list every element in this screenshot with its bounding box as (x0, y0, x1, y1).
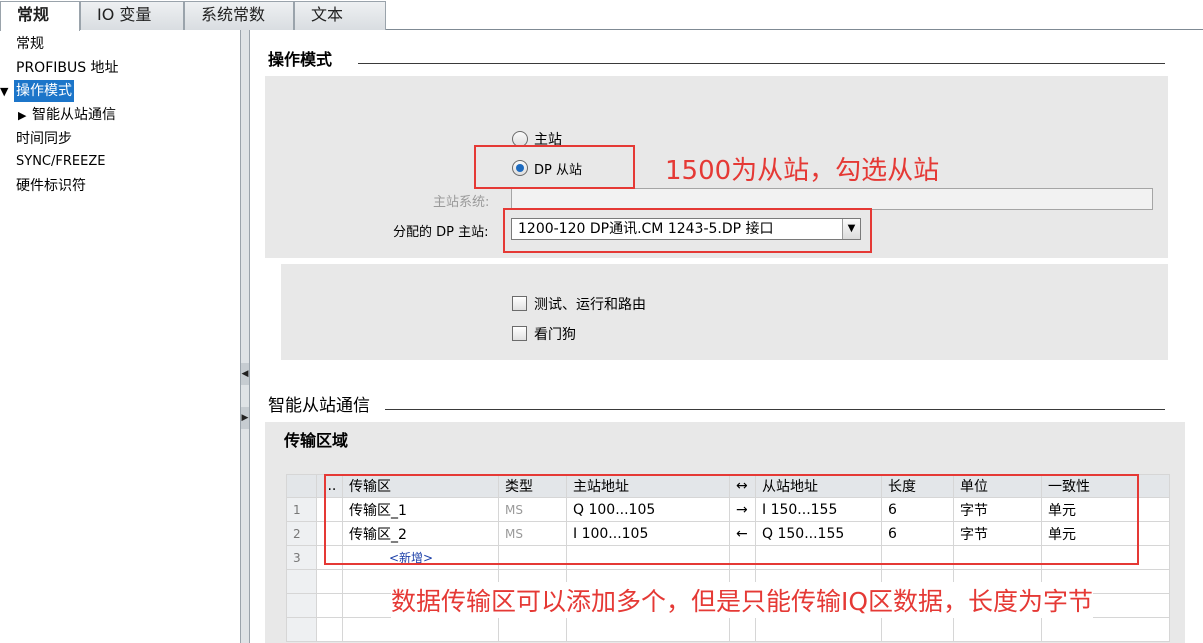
highlight-dp-slave (474, 145, 635, 189)
chevron-right-icon[interactable]: ▶ (241, 407, 249, 429)
row-number: 1 (286, 497, 317, 522)
chevron-left-icon[interactable]: ◀ (241, 363, 249, 385)
properties-content: 操作模式 主站 DP 从站 主站系统: 分配的 DP 主站: 1200-120 … (251, 30, 1203, 643)
divider (358, 63, 1165, 64)
assigned-master-label: 分配的 DP 主站: (393, 225, 489, 240)
divider (385, 409, 1165, 410)
table-row-empty (286, 617, 1170, 642)
master-system-field[interactable] (511, 188, 1153, 210)
triangle-down-icon[interactable]: ▼ (0, 81, 14, 103)
highlight-transfer-rows (324, 474, 1139, 565)
row-number: 2 (286, 521, 317, 546)
sidebar-item-sync-freeze[interactable]: SYNC/FREEZE (16, 151, 105, 173)
triangle-right-icon[interactable]: ▶ (18, 105, 32, 127)
tab-io-tags[interactable]: IO 变量 (80, 1, 184, 30)
sidebar-item-hardware-identifier[interactable]: 硬件标识符 (16, 175, 86, 197)
checkbox-watchdog-label: 看门狗 (534, 327, 576, 343)
highlight-assigned-master (503, 208, 872, 253)
sidebar-item-i-slave-row[interactable]: ▶ 智能从站通信 (18, 104, 116, 126)
annotation-slave-note: 1500为从站，勾选从站 (665, 156, 940, 186)
options-panel (281, 264, 1168, 360)
i-slave-section-title: 智能从站通信 (268, 396, 370, 416)
checkbox-watchdog[interactable] (512, 326, 527, 341)
panel-splitter[interactable]: ◀ ▶ (240, 30, 250, 643)
sidebar-item-i-slave-communication[interactable]: 智能从站通信 (32, 107, 116, 123)
tab-system-constants[interactable]: 系统常数 (184, 1, 294, 30)
table-header-rownum (286, 474, 317, 498)
tab-texts[interactable]: 文本 (294, 1, 386, 30)
checkbox-test-label: 测试、运行和路由 (534, 297, 646, 313)
checkbox-test-commissioning-routing[interactable] (512, 296, 527, 311)
tab-bar: 常规 IO 变量 系统常数 文本 (0, 0, 1203, 31)
sidebar-item-operating-mode[interactable]: 操作模式 (14, 80, 74, 102)
sidebar-nav: 常规 PROFIBUS 地址 ▼ 操作模式 ▶ 智能从站通信 时间同步 SYNC/F… (0, 30, 240, 643)
sidebar-item-time-sync[interactable]: 时间同步 (16, 128, 72, 150)
row-number: 3 (286, 545, 317, 570)
sidebar-item-operating-mode-row[interactable]: ▼ 操作模式 (0, 80, 74, 102)
transfer-area-title: 传输区域 (284, 431, 349, 450)
sidebar-item-profibus-address[interactable]: PROFIBUS 地址 (16, 57, 119, 79)
tab-general[interactable]: 常规 (0, 1, 80, 31)
master-system-label: 主站系统: (433, 195, 490, 210)
operating-mode-title: 操作模式 (268, 50, 333, 69)
annotation-transfer-note: 数据传输区可以添加多个，但是只能传输IQ区数据，长度为字节 (391, 582, 1094, 618)
sidebar-item-general[interactable]: 常规 (16, 33, 44, 55)
